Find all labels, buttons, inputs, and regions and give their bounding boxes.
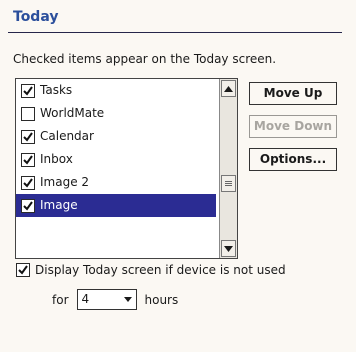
item-checkbox[interactable] (21, 152, 35, 167)
checkmark-icon (23, 177, 33, 188)
list-item[interactable]: Image (16, 194, 216, 217)
list-item-label: WorldMate (40, 106, 105, 120)
checkmark-icon (23, 131, 33, 142)
list-item-label: Tasks (40, 83, 73, 97)
list-item[interactable]: Image 2 (16, 171, 216, 194)
list-item[interactable]: Calendar (16, 125, 216, 148)
item-checkbox[interactable] (21, 106, 35, 121)
list-scrollbar[interactable] (219, 79, 237, 258)
for-label: for (52, 292, 69, 307)
list-item[interactable]: Inbox (16, 148, 216, 171)
move-up-button[interactable]: Move Up (249, 82, 337, 105)
display-today-checkbox[interactable] (16, 263, 30, 277)
item-checkbox[interactable] (21, 175, 35, 190)
title-divider (8, 32, 342, 33)
list-item-label: Image (40, 198, 78, 212)
chevron-down-icon[interactable] (120, 297, 136, 302)
items-listbox[interactable]: Tasks WorldMate Calendar Inbox Image 2 I… (15, 78, 238, 259)
checkmark-icon (23, 200, 33, 211)
scroll-down-button[interactable] (221, 240, 236, 257)
item-checkbox[interactable] (21, 129, 35, 144)
list-item-label: Inbox (40, 152, 73, 166)
scroll-thumb[interactable] (221, 175, 236, 192)
list-item-label: Calendar (40, 129, 94, 143)
checkmark-icon (23, 85, 33, 96)
triangle-up-icon (224, 85, 233, 92)
page-title: Today (13, 9, 59, 25)
hours-dropdown[interactable]: 4 (76, 289, 137, 310)
checkmark-icon (23, 154, 33, 165)
display-today-label: Display Today screen if device is not us… (35, 263, 286, 277)
list-item[interactable]: Tasks (16, 79, 216, 102)
list-rows: Tasks WorldMate Calendar Inbox Image 2 I… (16, 79, 216, 217)
instructions-text: Checked items appear on the Today screen… (13, 52, 277, 66)
item-checkbox[interactable] (21, 198, 35, 213)
move-down-button[interactable]: Move Down (249, 115, 337, 138)
list-item[interactable]: WorldMate (16, 102, 216, 125)
hours-row: for 4 hours (52, 289, 178, 310)
scroll-up-button[interactable] (221, 80, 236, 97)
hours-value: 4 (81, 292, 90, 306)
item-checkbox[interactable] (21, 83, 35, 98)
triangle-down-icon (224, 245, 233, 252)
grip-icon (225, 183, 232, 184)
display-today-option[interactable]: Display Today screen if device is not us… (16, 263, 286, 277)
hours-label: hours (144, 292, 179, 307)
list-item-label: Image 2 (40, 175, 90, 189)
options-button[interactable]: Options... (249, 148, 337, 171)
checkmark-icon (18, 265, 28, 275)
